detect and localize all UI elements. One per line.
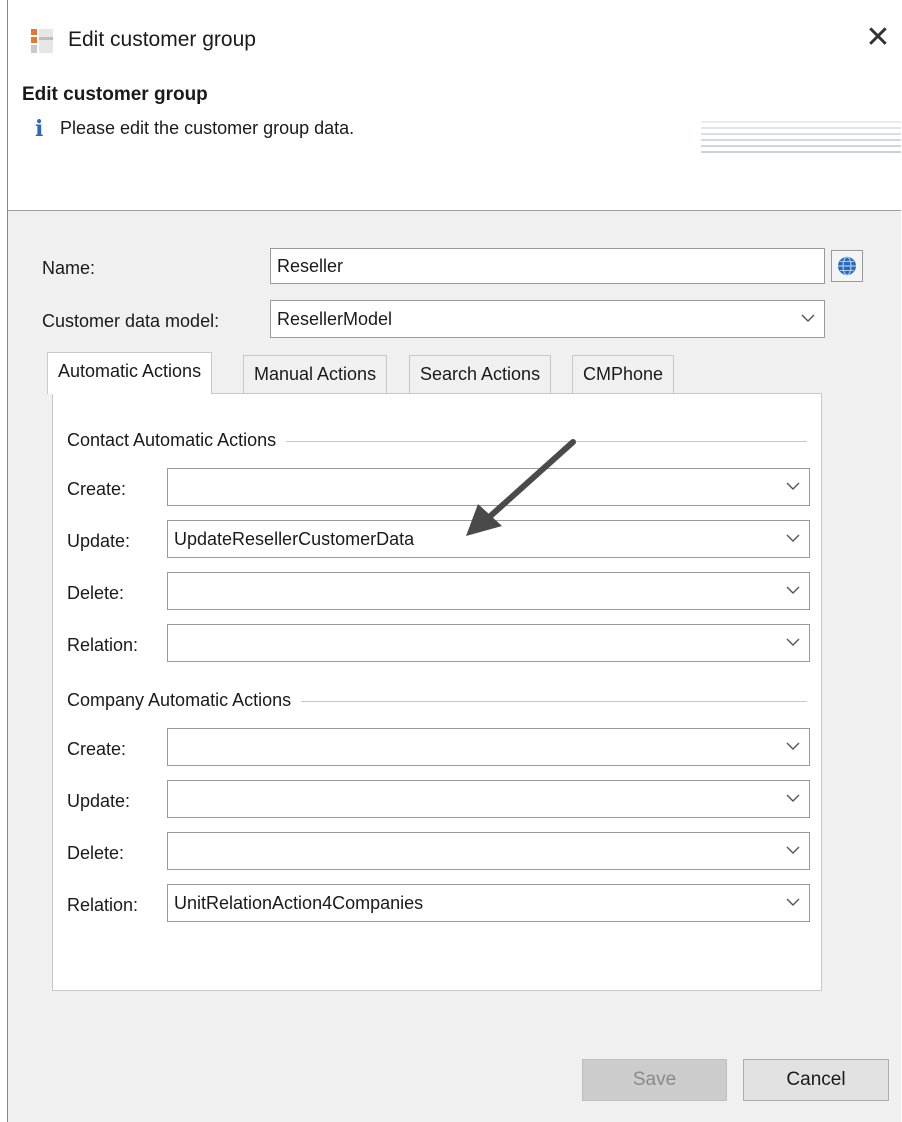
name-label: Name:	[42, 258, 96, 278]
company-delete-label: Delete:	[67, 843, 125, 863]
chevron-down-icon	[786, 482, 800, 490]
chevron-down-icon	[801, 314, 815, 322]
info-icon: i	[35, 116, 44, 142]
contact-relation-label: Relation:	[67, 635, 139, 655]
contact-create-label: Create:	[67, 479, 127, 499]
company-relation-select[interactable]: UnitRelationAction4Companies	[167, 884, 810, 922]
contact-group-title: Contact Automatic Actions	[67, 430, 287, 451]
company-delete-select[interactable]	[167, 832, 810, 870]
close-button[interactable]: ✕	[855, 14, 901, 60]
close-icon: ✕	[865, 20, 891, 54]
app-icon	[31, 29, 53, 53]
dialog-header: Edit customer group i Please edit the cu…	[8, 80, 901, 211]
save-button[interactable]: Save	[582, 1059, 727, 1101]
chevron-down-icon	[786, 638, 800, 646]
contact-update-label: Update:	[67, 531, 131, 551]
company-relation-label: Relation:	[67, 895, 139, 915]
chevron-down-icon	[786, 534, 800, 542]
model-select[interactable]: ResellerModel	[270, 300, 825, 338]
header-title: Edit customer group	[22, 84, 208, 105]
automatic-actions-panel: Contact Automatic Actions Create: Update…	[52, 393, 822, 991]
contact-create-select[interactable]	[167, 468, 810, 506]
name-input[interactable]: Reseller	[270, 248, 825, 284]
company-update-select[interactable]	[167, 780, 810, 818]
translate-button[interactable]	[831, 250, 863, 282]
cancel-button[interactable]: Cancel	[743, 1059, 889, 1101]
company-update-label: Update:	[67, 791, 131, 811]
model-label: Customer data model:	[42, 311, 220, 331]
header-message: Please edit the customer group data.	[60, 118, 355, 138]
dialog-window: Edit customer group ✕ Edit customer grou…	[7, 0, 901, 1122]
tab-automatic-actions[interactable]: Automatic Actions	[47, 352, 213, 394]
model-value: ResellerModel	[277, 309, 393, 329]
chevron-down-icon	[786, 586, 800, 594]
contact-delete-select[interactable]	[167, 572, 810, 610]
chevron-down-icon	[786, 846, 800, 854]
contact-update-select[interactable]: UpdateResellerCustomerData	[167, 520, 810, 558]
name-value: Reseller	[277, 256, 344, 276]
tab-search-actions[interactable]: Search Actions	[409, 355, 552, 393]
title-bar: Edit customer group ✕	[8, 0, 901, 80]
tab-manual-actions[interactable]: Manual Actions	[243, 355, 388, 393]
banner-decoration	[701, 121, 901, 153]
chevron-down-icon	[786, 742, 800, 750]
chevron-down-icon	[786, 794, 800, 802]
company-create-label: Create:	[67, 739, 127, 759]
chevron-down-icon	[786, 898, 800, 906]
globe-icon	[838, 256, 856, 276]
window-title: Edit customer group	[68, 28, 256, 51]
contact-delete-label: Delete:	[67, 583, 125, 603]
tab-cmphone[interactable]: CMPhone	[572, 355, 675, 393]
company-group-title: Company Automatic Actions	[67, 690, 302, 711]
company-create-select[interactable]	[167, 728, 810, 766]
contact-relation-select[interactable]	[167, 624, 810, 662]
